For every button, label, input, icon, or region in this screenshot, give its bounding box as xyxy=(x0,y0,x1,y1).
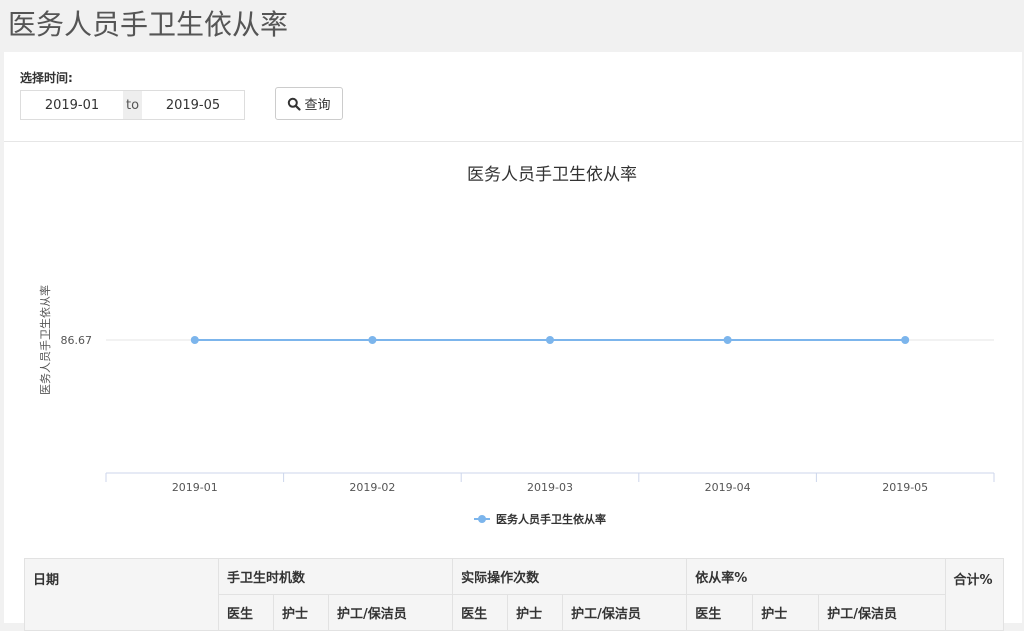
start-date-input[interactable] xyxy=(21,91,123,119)
table-subheader-nurse: 护士 xyxy=(507,594,564,631)
table-subheader-nurse: 护士 xyxy=(752,594,820,631)
data-point xyxy=(901,336,910,344)
table-subheader-nurse: 护士 xyxy=(273,594,329,631)
legend-label: 医务人员手卫生依从率 xyxy=(496,512,606,526)
table-header-opportunities: 手卫生时机数 xyxy=(217,558,454,595)
x-tick-label: 2019-04 xyxy=(705,481,751,494)
y-axis-title: 医务人员手卫生依从率 xyxy=(38,285,52,395)
x-tick-label: 2019-03 xyxy=(527,481,573,494)
date-range-picker: to xyxy=(20,90,245,120)
compliance-table: 日期 手卫生时机数 实际操作次数 依从率% 合计% 医生 护士 护工/保洁员 医… xyxy=(24,558,1005,631)
table-subheader-doctor: 医生 xyxy=(452,594,509,631)
end-date-input[interactable] xyxy=(142,91,244,119)
y-tick-label: 86.67 xyxy=(61,334,93,347)
chart-title: 医务人员手卫生依从率 xyxy=(467,165,637,185)
page-header: 医务人员手卫生依从率 xyxy=(0,0,1024,52)
table-header-compliance: 依从率% xyxy=(686,558,946,595)
table-subheader-caregiver: 护工/保洁员 xyxy=(562,594,688,631)
filter-label: 选择时间: xyxy=(20,71,73,85)
x-tick-label: 2019-01 xyxy=(172,481,218,494)
table-subheader-caregiver: 护工/保洁员 xyxy=(818,594,946,631)
data-point xyxy=(723,336,732,344)
data-point xyxy=(546,336,554,344)
chart-panel: 医务人员手卫生依从率 医务人员手卫生依从率 86.67 2019-01 2019-02 2… xyxy=(4,142,1022,623)
table-subheader-caregiver: 护工/保洁员 xyxy=(327,594,454,631)
table-subheader-doctor: 医生 xyxy=(218,594,274,631)
search-icon xyxy=(288,97,302,111)
filter-panel: 选择时间: to 查询 xyxy=(4,52,1022,142)
table-header-date: 日期 xyxy=(24,558,219,631)
date-range-separator: to xyxy=(123,91,142,119)
data-point xyxy=(368,336,377,344)
x-tick-label: 2019-02 xyxy=(349,481,395,494)
query-button-label: 查询 xyxy=(304,98,331,113)
legend-marker xyxy=(478,515,486,523)
table-header-total: 合计% xyxy=(944,558,1005,631)
query-button[interactable]: 查询 xyxy=(275,87,343,120)
compliance-line-chart: 医务人员手卫生依从率医务人员手卫生依从率 86.672019-01 2019-02 2… xyxy=(38,165,995,526)
table-subheader-doctor: 医生 xyxy=(686,594,754,631)
page-title: 医务人员手卫生依从率 xyxy=(8,8,289,41)
table-header-actual: 实际操作次数 xyxy=(452,558,688,595)
data-point xyxy=(190,336,199,344)
x-tick-label: 2019-05 xyxy=(882,481,928,494)
